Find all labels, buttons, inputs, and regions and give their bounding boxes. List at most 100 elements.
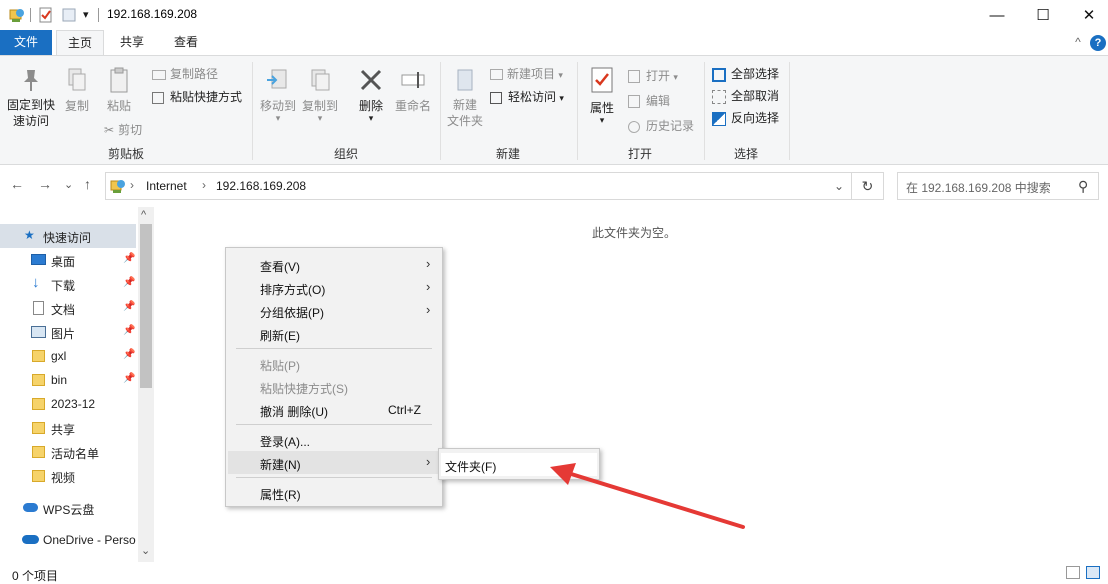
copy-to-button[interactable]: 复制到 ▾ bbox=[300, 66, 340, 123]
scroll-down-button[interactable]: ⌄ bbox=[141, 544, 150, 557]
chevron-right-icon: › bbox=[426, 302, 431, 317]
folder-icon bbox=[32, 350, 45, 362]
scroll-thumb[interactable] bbox=[140, 224, 152, 388]
folder-icon bbox=[32, 398, 45, 410]
new-item-icon bbox=[490, 69, 503, 81]
properties-quick-icon[interactable] bbox=[38, 7, 54, 23]
cut-button[interactable]: ✂ 剪切 bbox=[104, 121, 142, 138]
recent-locations-button[interactable]: ⌄ bbox=[64, 178, 73, 191]
breadcrumb-host[interactable]: 192.168.169.208 bbox=[216, 179, 306, 193]
search-placeholder: 在 192.168.169.208 中搜索 bbox=[906, 181, 1051, 195]
nav-item-downloads[interactable]: ↓ 下载 📌 bbox=[0, 272, 138, 296]
nav-item-activity-list[interactable]: 活动名单 bbox=[0, 440, 138, 464]
copy-path-button[interactable]: 复制路径 bbox=[152, 65, 218, 82]
tab-view[interactable]: 查看 bbox=[160, 30, 212, 55]
breadcrumb-internet[interactable]: Internet bbox=[146, 179, 187, 193]
nav-item-desktop[interactable]: 桌面 📌 bbox=[0, 248, 138, 272]
menu-item-paste-shortcut[interactable]: 粘贴快捷方式(S) bbox=[228, 375, 440, 398]
move-to-button[interactable]: 移动到 ▾ bbox=[258, 66, 298, 123]
nav-item-bin[interactable]: bin 📌 bbox=[0, 368, 138, 392]
separator bbox=[30, 8, 31, 22]
select-all-button[interactable]: 全部选择 bbox=[712, 65, 779, 82]
nav-item-share[interactable]: 共享 bbox=[0, 416, 138, 440]
rename-button[interactable]: 重命名 bbox=[390, 66, 436, 114]
open-button[interactable]: 打开 ▾ bbox=[628, 67, 678, 84]
nav-item-videos[interactable]: 视频 bbox=[0, 464, 138, 488]
dropdown-arrow-icon: ▾ bbox=[673, 72, 678, 82]
item-count: 0 个项目 bbox=[12, 569, 59, 583]
empty-folder-message: 此文件夹为空。 bbox=[592, 226, 677, 240]
menu-item-login[interactable]: 登录(A)... bbox=[228, 428, 440, 451]
menu-separator bbox=[236, 424, 432, 425]
close-button[interactable]: ✕ bbox=[1066, 0, 1108, 30]
properties-icon bbox=[591, 67, 613, 93]
maximize-button[interactable]: ☐ bbox=[1020, 0, 1066, 30]
shortcut-label: Ctrl+Z bbox=[388, 403, 421, 417]
status-bar: 0 个项目 bbox=[0, 562, 1108, 584]
help-button[interactable]: ? bbox=[1090, 35, 1106, 51]
nav-item-2023-12[interactable]: 2023-12 bbox=[0, 392, 138, 416]
paste-button[interactable]: 粘贴 bbox=[102, 66, 136, 114]
nav-item-gxl[interactable]: gxl 📌 bbox=[0, 344, 138, 368]
back-button[interactable]: ← bbox=[10, 176, 24, 192]
pin-quick-access-button[interactable]: 固定到快 速访问 bbox=[4, 66, 58, 129]
quick-access-dropdown[interactable]: ▾ bbox=[83, 8, 89, 24]
menu-item-new[interactable]: 新建(N) › bbox=[228, 451, 440, 474]
refresh-button[interactable]: ↻ bbox=[852, 172, 884, 200]
forward-button[interactable]: → bbox=[38, 176, 52, 192]
menu-item-view[interactable]: 查看(V) › bbox=[228, 253, 440, 276]
nav-item-label: gxl bbox=[51, 349, 67, 363]
details-view-icon[interactable] bbox=[1066, 566, 1080, 579]
new-item-button[interactable]: 新建项目 ▾ bbox=[490, 65, 563, 82]
new-folder-button[interactable]: 新建 文件夹 bbox=[444, 66, 486, 129]
nav-quick-access[interactable]: ★ 快速访问 bbox=[0, 224, 136, 248]
nav-scrollbar[interactable]: ^ ⌄ bbox=[138, 207, 154, 562]
nav-item-documents[interactable]: 文档 📌 bbox=[0, 296, 138, 320]
properties-button[interactable]: 属性 ▾ bbox=[582, 66, 622, 125]
tab-home[interactable]: 主页 bbox=[56, 30, 104, 55]
group-label-select: 选择 bbox=[733, 147, 758, 161]
pin-icon: 📌 bbox=[123, 301, 136, 312]
select-none-button[interactable]: 全部取消 bbox=[712, 87, 779, 104]
scroll-up-button[interactable]: ^ bbox=[141, 209, 146, 221]
menu-separator bbox=[236, 348, 432, 349]
easy-access-button[interactable]: 轻松访问 ▾ bbox=[490, 88, 564, 105]
menu-item-sort[interactable]: 排序方式(O) › bbox=[228, 276, 440, 299]
minimize-button[interactable]: — bbox=[974, 0, 1020, 30]
copy-button[interactable]: 复制 bbox=[60, 66, 94, 114]
history-button[interactable]: 历史记录 bbox=[628, 117, 694, 134]
pin-icon: 📌 bbox=[123, 325, 136, 336]
edit-button[interactable]: 编辑 bbox=[628, 92, 670, 109]
invert-selection-button[interactable]: 反向选择 bbox=[712, 109, 779, 126]
nav-item-pictures[interactable]: 图片 📌 bbox=[0, 320, 138, 344]
tab-share[interactable]: 共享 bbox=[108, 30, 156, 55]
menu-item-paste[interactable]: 粘贴(P) bbox=[228, 352, 440, 375]
ribbon-collapse-button[interactable]: ^ bbox=[1068, 30, 1088, 55]
move-to-label: 移动到 bbox=[259, 99, 296, 113]
nav-wps-cloud[interactable]: WPS云盘 bbox=[0, 496, 138, 520]
up-button[interactable]: ↑ bbox=[84, 176, 91, 192]
easy-access-icon bbox=[490, 91, 502, 104]
menu-item-refresh[interactable]: 刷新(E) bbox=[228, 322, 440, 345]
copy-path-icon bbox=[152, 69, 166, 80]
new-folder-label-1: 新建 bbox=[452, 98, 477, 112]
nav-quick-access-label: 快速访问 bbox=[43, 231, 92, 245]
delete-button[interactable]: 删除 ▾ bbox=[352, 66, 390, 123]
search-icon: ⚲ bbox=[1078, 178, 1089, 194]
breadcrumb-separator: › bbox=[202, 178, 206, 192]
scissors-icon: ✂ bbox=[104, 123, 115, 137]
address-bar[interactable]: › Internet › 192.168.169.208 ⌄ bbox=[105, 172, 852, 200]
nav-onedrive[interactable]: OneDrive - Perso bbox=[0, 528, 138, 552]
large-icons-view-icon[interactable] bbox=[1086, 566, 1100, 579]
paste-shortcut-button[interactable]: 粘贴快捷方式 bbox=[152, 88, 242, 105]
rename-label: 重命名 bbox=[394, 99, 431, 113]
address-dropdown-button[interactable]: ⌄ bbox=[834, 179, 844, 193]
menu-item-undo-delete[interactable]: 撤消 删除(U) Ctrl+Z bbox=[228, 398, 440, 421]
menu-item-group-by[interactable]: 分组依据(P) › bbox=[228, 299, 440, 322]
new-folder-quick-icon[interactable] bbox=[61, 7, 77, 23]
menu-item-properties[interactable]: 属性(R) bbox=[228, 481, 440, 504]
tab-file[interactable]: 文件 bbox=[0, 30, 52, 55]
move-to-icon bbox=[267, 69, 287, 89]
search-input[interactable]: 在 192.168.169.208 中搜索 ⚲ bbox=[897, 172, 1099, 200]
copy-icon bbox=[68, 68, 86, 91]
